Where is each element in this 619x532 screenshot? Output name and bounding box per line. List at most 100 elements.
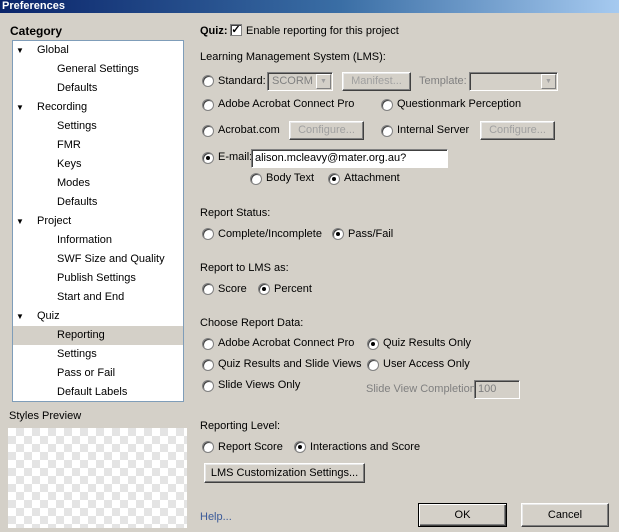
tree-item[interactable]: General Settings bbox=[13, 60, 183, 79]
styles-preview-label: Styles Preview bbox=[9, 410, 82, 422]
tree-item-label: Global bbox=[37, 44, 69, 56]
acrobat-com-label[interactable]: Acrobat.com bbox=[218, 124, 280, 136]
quiz-and-slide-label[interactable]: Quiz Results and Slide Views bbox=[218, 358, 361, 370]
user-access-label[interactable]: User Access Only bbox=[383, 358, 470, 370]
report-score-label[interactable]: Report Score bbox=[218, 441, 283, 453]
percent-label[interactable]: Percent bbox=[274, 283, 312, 295]
radio-dot-icon bbox=[298, 445, 302, 449]
chevron-down-icon: ▼ bbox=[316, 74, 331, 89]
expand-triangle-icon[interactable]: ▼ bbox=[16, 98, 24, 117]
interactions-score-label[interactable]: Interactions and Score bbox=[310, 441, 420, 453]
questionmark-radio[interactable] bbox=[381, 99, 393, 111]
window-title: Preferences bbox=[0, 0, 619, 13]
complete-incomplete-label[interactable]: Complete/Incomplete bbox=[218, 228, 322, 240]
chevron-down-icon: ▼ bbox=[541, 74, 556, 89]
tree-item-label: Settings bbox=[57, 348, 97, 360]
quiz-label: Quiz: bbox=[200, 25, 228, 37]
tree-item-label: Reporting bbox=[57, 329, 105, 341]
reporting-level-heading: Reporting Level: bbox=[200, 420, 281, 432]
configure-internal-button[interactable]: Configure... bbox=[480, 121, 555, 140]
radio-dot-icon bbox=[336, 232, 340, 236]
expand-triangle-icon[interactable]: ▼ bbox=[16, 41, 24, 60]
tree-item-label: Start and End bbox=[57, 291, 125, 303]
questionmark-label[interactable]: Questionmark Perception bbox=[397, 98, 521, 110]
slide-view-completion-input[interactable]: 100 bbox=[474, 380, 520, 399]
tree-group[interactable]: ▼ Global bbox=[13, 41, 183, 60]
tree-item-label: Quiz bbox=[37, 310, 60, 322]
radio-dot-icon bbox=[206, 156, 210, 160]
internal-server-radio[interactable] bbox=[381, 125, 393, 137]
expand-triangle-icon[interactable]: ▼ bbox=[16, 212, 24, 231]
score-radio[interactable] bbox=[202, 283, 214, 295]
email-radio[interactable] bbox=[202, 152, 214, 164]
internal-server-label[interactable]: Internal Server bbox=[397, 124, 469, 136]
tree-item[interactable]: Pass or Fail bbox=[13, 364, 183, 383]
tree-item-label: Publish Settings bbox=[57, 272, 136, 284]
tree-item[interactable]: Settings bbox=[13, 345, 183, 364]
interactions-score-radio[interactable] bbox=[294, 441, 306, 453]
body-text-label[interactable]: Body Text bbox=[266, 172, 314, 184]
email-input[interactable]: alison.mcleavy@mater.org.au?subject= bbox=[251, 149, 448, 168]
configure-acrobat-button[interactable]: Configure... bbox=[289, 121, 364, 140]
radio-dot-icon bbox=[262, 287, 266, 291]
report-adobe-connect-label[interactable]: Adobe Acrobat Connect Pro bbox=[218, 337, 354, 349]
email-label[interactable]: E-mail: bbox=[218, 151, 252, 163]
pass-fail-label[interactable]: Pass/Fail bbox=[348, 228, 393, 240]
help-link[interactable]: Help... bbox=[200, 511, 232, 523]
cancel-button[interactable]: Cancel bbox=[521, 503, 609, 527]
tree-item-label: General Settings bbox=[57, 63, 139, 75]
enable-reporting-checkbox[interactable]: ✓ bbox=[230, 24, 242, 36]
slide-view-completion-label: Slide View Completion bbox=[366, 383, 476, 395]
lms-heading: Learning Management System (LMS): bbox=[200, 51, 386, 63]
pass-fail-radio[interactable] bbox=[332, 228, 344, 240]
report-adobe-connect-radio[interactable] bbox=[202, 338, 214, 350]
standard-label[interactable]: Standard: bbox=[218, 75, 266, 87]
tree-item-label: Keys bbox=[57, 158, 82, 170]
standard-radio[interactable] bbox=[202, 75, 214, 87]
styles-preview bbox=[8, 428, 187, 528]
category-tree[interactable]: ▼ Global General Settings Defaults ▼ Recordin… bbox=[12, 40, 184, 402]
lms-customization-button[interactable]: LMS Customization Settings... bbox=[204, 463, 365, 483]
user-access-radio[interactable] bbox=[367, 359, 379, 371]
tree-item-label: Defaults bbox=[57, 82, 98, 94]
enable-reporting-label[interactable]: Enable reporting for this project bbox=[246, 25, 399, 37]
standard-select[interactable]: SCORM ▼ bbox=[267, 72, 333, 91]
tree-group[interactable]: ▼ Quiz bbox=[13, 307, 183, 326]
quiz-and-slide-radio[interactable] bbox=[202, 359, 214, 371]
acrobat-com-radio[interactable] bbox=[202, 125, 214, 137]
tree-item[interactable]: Modes bbox=[13, 174, 183, 193]
tree-item[interactable]: Information bbox=[13, 231, 183, 250]
tree-item[interactable]: Defaults bbox=[13, 193, 183, 212]
quiz-results-only-label[interactable]: Quiz Results Only bbox=[383, 337, 471, 349]
percent-radio[interactable] bbox=[258, 283, 270, 295]
attachment-label[interactable]: Attachment bbox=[344, 172, 400, 184]
adobe-connect-label[interactable]: Adobe Acrobat Connect Pro bbox=[218, 98, 354, 110]
report-score-radio[interactable] bbox=[202, 441, 214, 453]
complete-incomplete-radio[interactable] bbox=[202, 228, 214, 240]
expand-triangle-icon[interactable]: ▼ bbox=[16, 307, 24, 326]
slide-views-only-radio[interactable] bbox=[202, 380, 214, 392]
tree-item[interactable]: Settings bbox=[13, 117, 183, 136]
tree-item[interactable]: FMR bbox=[13, 136, 183, 155]
body-text-radio[interactable] bbox=[250, 173, 262, 185]
tree-item[interactable]: SWF Size and Quality bbox=[13, 250, 183, 269]
score-label[interactable]: Score bbox=[218, 283, 247, 295]
tree-item[interactable]: Defaults bbox=[13, 79, 183, 98]
manifest-button[interactable]: Manifest... bbox=[342, 72, 411, 91]
quiz-results-only-radio[interactable] bbox=[367, 338, 379, 350]
tree-item[interactable]: Keys bbox=[13, 155, 183, 174]
tree-item-label: Defaults bbox=[57, 196, 98, 208]
tree-item-label: Modes bbox=[57, 177, 91, 189]
tree-item[interactable]: Publish Settings bbox=[13, 269, 183, 288]
ok-button[interactable]: OK bbox=[418, 503, 507, 527]
slide-views-only-label[interactable]: Slide Views Only bbox=[218, 379, 300, 391]
tree-item[interactable]: Default Labels bbox=[13, 383, 183, 402]
template-select[interactable]: ▼ bbox=[469, 72, 558, 91]
tree-group[interactable]: ▼ Project bbox=[13, 212, 183, 231]
tree-item[interactable]: Start and End bbox=[13, 288, 183, 307]
tree-item-label: Settings bbox=[57, 120, 97, 132]
attachment-radio[interactable] bbox=[328, 173, 340, 185]
adobe-connect-radio[interactable] bbox=[202, 99, 214, 111]
tree-item[interactable]: Reporting bbox=[13, 326, 183, 345]
tree-group[interactable]: ▼ Recording bbox=[13, 98, 183, 117]
